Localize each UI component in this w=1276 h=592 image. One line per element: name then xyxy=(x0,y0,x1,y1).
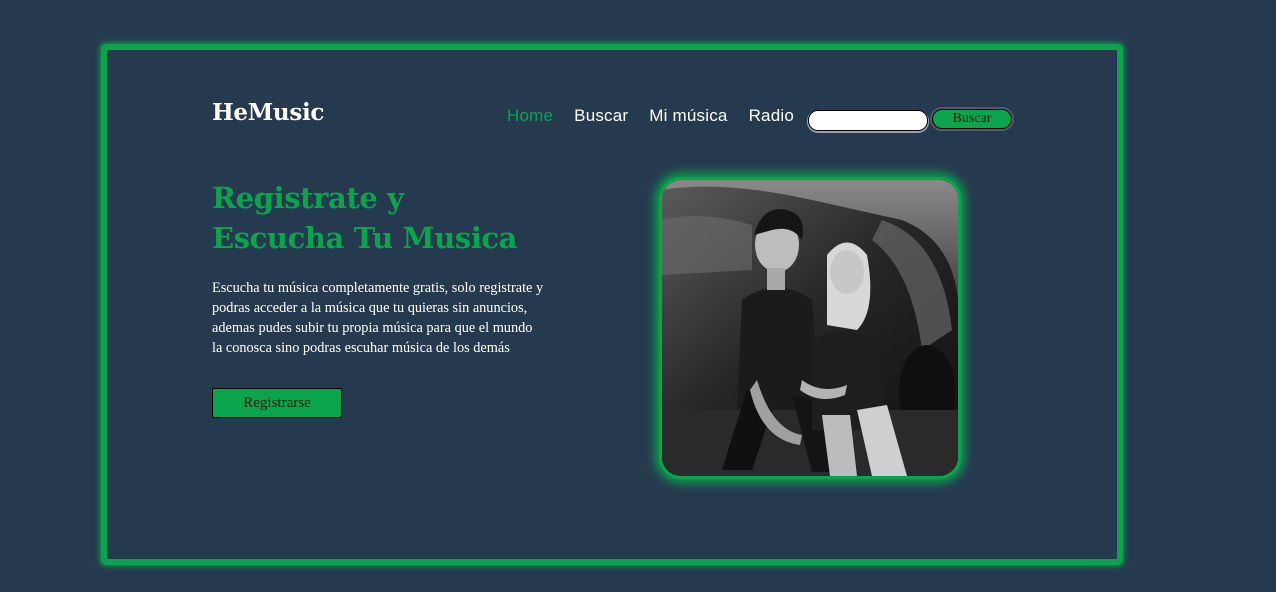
hero-description-line: podras acceder a la música que tu quiera… xyxy=(212,300,528,316)
nav-item-home[interactable]: Home xyxy=(507,106,553,126)
logo[interactable]: HeMusic xyxy=(212,99,324,126)
nav-item-buscar[interactable]: Buscar xyxy=(574,106,628,126)
hero-title-line: Registrate y xyxy=(212,181,404,215)
nav-item-radio[interactable]: Radio xyxy=(749,106,794,126)
search-button[interactable]: Buscar xyxy=(932,109,1012,129)
hero-description-line: Escucha tu música completamente gratis, … xyxy=(212,280,544,296)
register-button[interactable]: Registrarse xyxy=(212,388,342,418)
hero-description: Escucha tu música completamente gratis, … xyxy=(212,278,557,358)
hero-title: Registrate y Escucha Tu Musica xyxy=(212,178,517,258)
hero-title-line: Escucha Tu Musica xyxy=(212,221,518,255)
main-nav: Home Buscar Mi música Radio xyxy=(507,106,815,126)
hero-description-line: ademas pudes subir tu propia música para… xyxy=(212,320,533,336)
nav-item-mi-musica[interactable]: Mi música xyxy=(649,106,727,126)
search-input[interactable] xyxy=(808,110,928,131)
hero-description-line: la conosca sino podras escuhar música de… xyxy=(212,340,510,356)
hero-photo-illustration xyxy=(662,180,958,476)
hero-photo xyxy=(659,177,961,479)
